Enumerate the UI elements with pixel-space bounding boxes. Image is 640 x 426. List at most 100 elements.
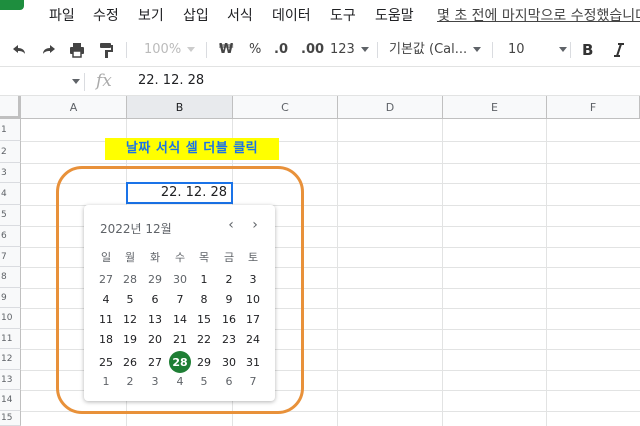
- calendar-day[interactable]: 4: [94, 291, 118, 309]
- calendar-day[interactable]: 10: [241, 291, 265, 309]
- zoom-select[interactable]: 100%: [144, 38, 196, 62]
- chevron-down-icon[interactable]: [72, 79, 80, 84]
- calendar-day[interactable]: 3: [143, 373, 167, 391]
- row-header[interactable]: 6: [0, 226, 21, 247]
- column-header-a[interactable]: A: [21, 96, 127, 119]
- percent-format-button[interactable]: %: [249, 38, 261, 62]
- calendar-day[interactable]: 18: [94, 331, 118, 349]
- calendar-day[interactable]: 2: [118, 373, 142, 391]
- calendar-day[interactable]: 30: [217, 354, 241, 372]
- row-header[interactable]: 10: [0, 308, 21, 329]
- menu-help[interactable]: 도움말: [375, 6, 414, 26]
- row-header[interactable]: 8: [0, 267, 21, 288]
- calendar-day[interactable]: 16: [217, 311, 241, 329]
- column-header-e[interactable]: E: [443, 96, 547, 119]
- menu-tools[interactable]: 도구: [330, 6, 356, 26]
- title-cell[interactable]: 날짜 서식 셀 더블 클릭: [105, 138, 279, 160]
- weekday-label: 월: [124, 251, 136, 264]
- menu-file[interactable]: 파일: [49, 6, 75, 26]
- calendar-day[interactable]: 29: [192, 354, 216, 372]
- selected-date-cell[interactable]: 22. 12. 28: [126, 182, 233, 204]
- calendar-day[interactable]: 19: [118, 331, 142, 349]
- column-gridline: [337, 119, 338, 426]
- row-header[interactable]: 7: [0, 247, 21, 267]
- calendar-day[interactable]: 23: [217, 331, 241, 349]
- calendar-day[interactable]: 5: [118, 291, 142, 309]
- undo-icon[interactable]: [10, 38, 28, 62]
- calendar-day[interactable]: 30: [168, 271, 192, 289]
- column-header-c[interactable]: C: [233, 96, 338, 119]
- menu-format[interactable]: 서식: [227, 6, 253, 26]
- calendar-day[interactable]: 26: [118, 354, 142, 372]
- menu-view[interactable]: 보기: [138, 6, 164, 26]
- calendar-day[interactable]: 2: [217, 271, 241, 289]
- print-icon[interactable]: [68, 38, 86, 62]
- font-select[interactable]: 기본값 (Cal...: [389, 38, 482, 62]
- row-header[interactable]: 2: [0, 141, 21, 163]
- formula-input[interactable]: 22. 12. 28: [138, 73, 204, 88]
- row-header[interactable]: 3: [0, 163, 21, 183]
- calendar-day[interactable]: 20: [143, 331, 167, 349]
- calendar-day[interactable]: 27: [143, 354, 167, 372]
- calendar-day[interactable]: 7: [168, 291, 192, 309]
- paint-format-icon[interactable]: [98, 38, 114, 62]
- calendar-day[interactable]: 31: [241, 354, 265, 372]
- column-header-d[interactable]: D: [338, 96, 443, 119]
- column-header-f[interactable]: F: [547, 96, 640, 119]
- more-formats-button[interactable]: 123: [330, 38, 369, 62]
- prev-month-icon[interactable]: ‹: [223, 217, 239, 233]
- calendar-day[interactable]: 28: [118, 271, 142, 289]
- calendar-day[interactable]: 7: [241, 373, 265, 391]
- row-header[interactable]: 15: [0, 411, 21, 426]
- font-size-select[interactable]: 10: [508, 38, 567, 62]
- calendar-day[interactable]: 1: [192, 271, 216, 289]
- calendar-day[interactable]: 24: [241, 331, 265, 349]
- menu-data[interactable]: 데이터: [272, 6, 311, 26]
- increase-decimal-button[interactable]: .00: [301, 38, 324, 62]
- row-header[interactable]: 1: [0, 119, 21, 141]
- calendar-day[interactable]: 12: [118, 311, 142, 329]
- row-header[interactable]: 12: [0, 349, 21, 370]
- column-header-b[interactable]: B: [127, 96, 233, 119]
- calendar-day[interactable]: 25: [94, 354, 118, 372]
- calendar-day[interactable]: 6: [217, 373, 241, 391]
- calendar-day[interactable]: 8: [192, 291, 216, 309]
- calendar-day[interactable]: 15: [192, 311, 216, 329]
- next-month-icon[interactable]: ›: [247, 217, 263, 233]
- calendar-day[interactable]: 5: [192, 373, 216, 391]
- zoom-value: 100%: [144, 42, 182, 57]
- row-gridline: [21, 183, 640, 184]
- calendar-day[interactable]: 17: [241, 311, 265, 329]
- currency-format-button[interactable]: ₩: [219, 38, 233, 62]
- calendar-day[interactable]: 27: [94, 271, 118, 289]
- calendar-day[interactable]: 9: [217, 291, 241, 309]
- sheets-logo-icon[interactable]: [0, 0, 24, 10]
- row-header[interactable]: 5: [0, 205, 21, 226]
- redo-icon[interactable]: [40, 38, 58, 62]
- row-header[interactable]: 13: [0, 370, 21, 390]
- decrease-decimal-button[interactable]: .0: [274, 38, 288, 62]
- row-header[interactable]: 4: [0, 183, 21, 205]
- calendar-day[interactable]: 3: [241, 271, 265, 289]
- chevron-down-icon: [360, 47, 369, 52]
- bold-button[interactable]: B: [582, 38, 593, 62]
- calendar-day[interactable]: 29: [143, 271, 167, 289]
- selected-day[interactable]: 28: [168, 351, 192, 373]
- calendar-day[interactable]: 21: [168, 331, 192, 349]
- row-header[interactable]: 14: [0, 390, 21, 411]
- calendar-day[interactable]: 13: [143, 311, 167, 329]
- italic-icon[interactable]: [612, 38, 626, 62]
- row-header[interactable]: 9: [0, 288, 21, 308]
- calendar-day[interactable]: 6: [143, 291, 167, 309]
- select-all-corner[interactable]: [0, 96, 21, 119]
- row-header[interactable]: 11: [0, 329, 21, 349]
- last-edit-link[interactable]: 몇 초 전에 마지막으로 수정했습니다: [437, 6, 640, 26]
- calendar-day[interactable]: 11: [94, 311, 118, 329]
- calendar-day[interactable]: 1: [94, 373, 118, 391]
- menu-insert[interactable]: 삽입: [183, 6, 209, 26]
- calendar-day[interactable]: 4: [168, 373, 192, 391]
- formula-bar: fx 22. 12. 28: [0, 66, 640, 96]
- calendar-day[interactable]: 14: [168, 311, 192, 329]
- calendar-day[interactable]: 22: [192, 331, 216, 349]
- menu-edit[interactable]: 수정: [93, 6, 119, 26]
